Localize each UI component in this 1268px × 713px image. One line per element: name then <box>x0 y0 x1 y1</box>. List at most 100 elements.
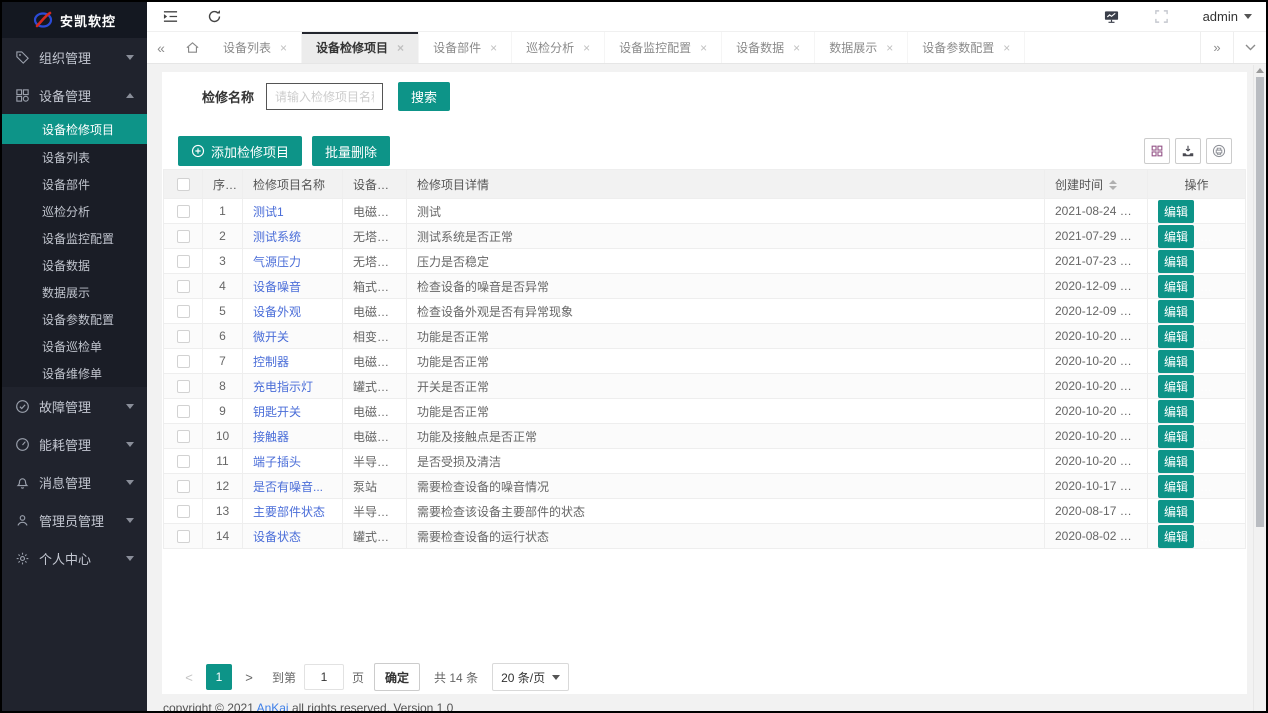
tabs-scroll-left-icon[interactable]: « <box>147 32 175 63</box>
item-name-link[interactable]: 微开关 <box>253 330 289 344</box>
filter-columns-icon[interactable] <box>1144 138 1170 164</box>
sidebar-item-device-patrol-form[interactable]: 设备巡检单 <box>2 333 147 360</box>
sidebar-item-device-monitor-config[interactable]: 设备监控配置 <box>2 225 147 252</box>
row-checkbox[interactable] <box>177 305 190 318</box>
row-checkbox[interactable] <box>177 255 190 268</box>
tab-4[interactable]: 设备监控配置× <box>605 32 722 63</box>
sidebar-item-organization[interactable]: 组织管理 <box>2 38 147 76</box>
edit-button[interactable]: 编辑 <box>1158 250 1194 273</box>
monitor-board-icon[interactable] <box>1103 8 1121 26</box>
row-checkbox[interactable] <box>177 355 190 368</box>
sort-icon[interactable] <box>1109 180 1117 190</box>
edit-button[interactable]: 编辑 <box>1158 325 1194 348</box>
edit-button[interactable]: 编辑 <box>1158 400 1194 423</box>
goto-page-input[interactable] <box>304 664 344 690</box>
search-button[interactable]: 搜索 <box>398 82 450 111</box>
next-page-icon[interactable]: > <box>238 664 260 690</box>
sidebar-item-device[interactable]: 设备管理 <box>2 76 147 114</box>
row-checkbox[interactable] <box>177 205 190 218</box>
sidebar-item-device-parts[interactable]: 设备部件 <box>2 171 147 198</box>
row-checkbox[interactable] <box>177 455 190 468</box>
sidebar-item-device-list[interactable]: 设备列表 <box>2 144 147 171</box>
tab-5[interactable]: 设备数据× <box>722 32 815 63</box>
row-checkbox[interactable] <box>177 530 190 543</box>
edit-button[interactable]: 编辑 <box>1158 525 1194 548</box>
row-checkbox[interactable] <box>177 505 190 518</box>
tab-1[interactable]: 设备检修项目× <box>302 32 419 63</box>
tab-0[interactable]: 设备列表× <box>209 32 302 63</box>
row-checkbox[interactable] <box>177 230 190 243</box>
print-icon[interactable] <box>1206 138 1232 164</box>
search-input[interactable] <box>266 83 383 110</box>
tab-close-icon[interactable]: × <box>280 41 287 55</box>
edit-button[interactable]: 编辑 <box>1158 350 1194 373</box>
edit-button[interactable]: 编辑 <box>1158 500 1194 523</box>
tab-close-icon[interactable]: × <box>397 41 404 55</box>
item-name-link[interactable]: 主要部件状态 <box>253 505 325 519</box>
item-name-link[interactable]: 测试系统 <box>253 230 301 244</box>
tab-6[interactable]: 数据展示× <box>815 32 908 63</box>
sidebar-item-data-display[interactable]: 数据展示 <box>2 279 147 306</box>
row-checkbox[interactable] <box>177 405 190 418</box>
sidebar-item-message[interactable]: 消息管理 <box>2 463 147 501</box>
batch-delete-button[interactable]: 批量删除 <box>312 136 390 166</box>
sidebar-item-device-param-config[interactable]: 设备参数配置 <box>2 306 147 333</box>
tab-close-icon[interactable]: × <box>793 41 800 55</box>
row-checkbox[interactable] <box>177 280 190 293</box>
sidebar-item-device-inspection-items[interactable]: 设备检修项目 <box>2 114 147 144</box>
sidebar-item-patrol-analysis[interactable]: 巡检分析 <box>2 198 147 225</box>
tabs-scroll-right-icon[interactable]: » <box>1200 32 1233 63</box>
item-name-link[interactable]: 控制器 <box>253 355 289 369</box>
footer-brand-link[interactable]: AnKai <box>257 701 289 711</box>
item-name-link[interactable]: 设备状态 <box>253 530 301 544</box>
edit-button[interactable]: 编辑 <box>1158 200 1194 223</box>
edit-button[interactable]: 编辑 <box>1158 450 1194 473</box>
item-name-link[interactable]: 钥匙开关 <box>253 405 301 419</box>
prev-page-icon[interactable]: < <box>178 664 200 690</box>
sidebar-item-device-data[interactable]: 设备数据 <box>2 252 147 279</box>
row-checkbox[interactable] <box>177 480 190 493</box>
item-name-link[interactable]: 是否有噪音... <box>253 480 323 494</box>
tab-close-icon[interactable]: × <box>700 41 707 55</box>
row-checkbox[interactable] <box>177 380 190 393</box>
current-page[interactable]: 1 <box>206 664 232 690</box>
row-checkbox[interactable] <box>177 430 190 443</box>
sidebar-item-energy[interactable]: 能耗管理 <box>2 425 147 463</box>
item-name-link[interactable]: 设备噪音 <box>253 280 301 294</box>
scrollbar-thumb[interactable] <box>1256 77 1264 527</box>
tab-3[interactable]: 巡检分析× <box>512 32 605 63</box>
select-all-checkbox[interactable] <box>177 178 190 191</box>
item-name-link[interactable]: 设备外观 <box>253 305 301 319</box>
item-name-link[interactable]: 气源压力 <box>253 255 301 269</box>
export-icon[interactable] <box>1175 138 1201 164</box>
edit-button[interactable]: 编辑 <box>1158 300 1194 323</box>
edit-button[interactable]: 编辑 <box>1158 475 1194 498</box>
sidebar-item-administrator[interactable]: 管理员管理 <box>2 501 147 539</box>
goto-confirm-button[interactable]: 确定 <box>374 663 420 691</box>
refresh-icon[interactable] <box>205 8 223 26</box>
fullscreen-icon[interactable] <box>1153 8 1171 26</box>
edit-button[interactable]: 编辑 <box>1158 225 1194 248</box>
tab-2[interactable]: 设备部件× <box>419 32 512 63</box>
edit-button[interactable]: 编辑 <box>1158 275 1194 298</box>
item-name-link[interactable]: 接触器 <box>253 430 289 444</box>
add-inspection-item-button[interactable]: 添加检修项目 <box>178 136 302 166</box>
item-name-link[interactable]: 测试1 <box>253 205 284 219</box>
home-tab-icon[interactable] <box>175 32 209 63</box>
tab-close-icon[interactable]: × <box>886 41 893 55</box>
page-size-select[interactable]: 20 条/页 <box>492 663 569 691</box>
admin-dropdown[interactable]: admin <box>1203 9 1252 24</box>
edit-button[interactable]: 编辑 <box>1158 375 1194 398</box>
scroll-up-arrow-icon[interactable] <box>1256 68 1264 73</box>
item-name-link[interactable]: 端子插头 <box>253 455 301 469</box>
tab-close-icon[interactable]: × <box>490 41 497 55</box>
row-checkbox[interactable] <box>177 330 190 343</box>
collapse-sidebar-icon[interactable] <box>161 8 179 26</box>
sidebar-item-fault[interactable]: 故障管理 <box>2 387 147 425</box>
sidebar-item-device-repair-form[interactable]: 设备维修单 <box>2 360 147 387</box>
edit-button[interactable]: 编辑 <box>1158 425 1194 448</box>
item-name-link[interactable]: 充电指示灯 <box>253 380 313 394</box>
tab-close-icon[interactable]: × <box>1003 41 1010 55</box>
tabs-menu-icon[interactable] <box>1233 32 1266 63</box>
sidebar-item-personal-center[interactable]: 个人中心 <box>2 539 147 577</box>
